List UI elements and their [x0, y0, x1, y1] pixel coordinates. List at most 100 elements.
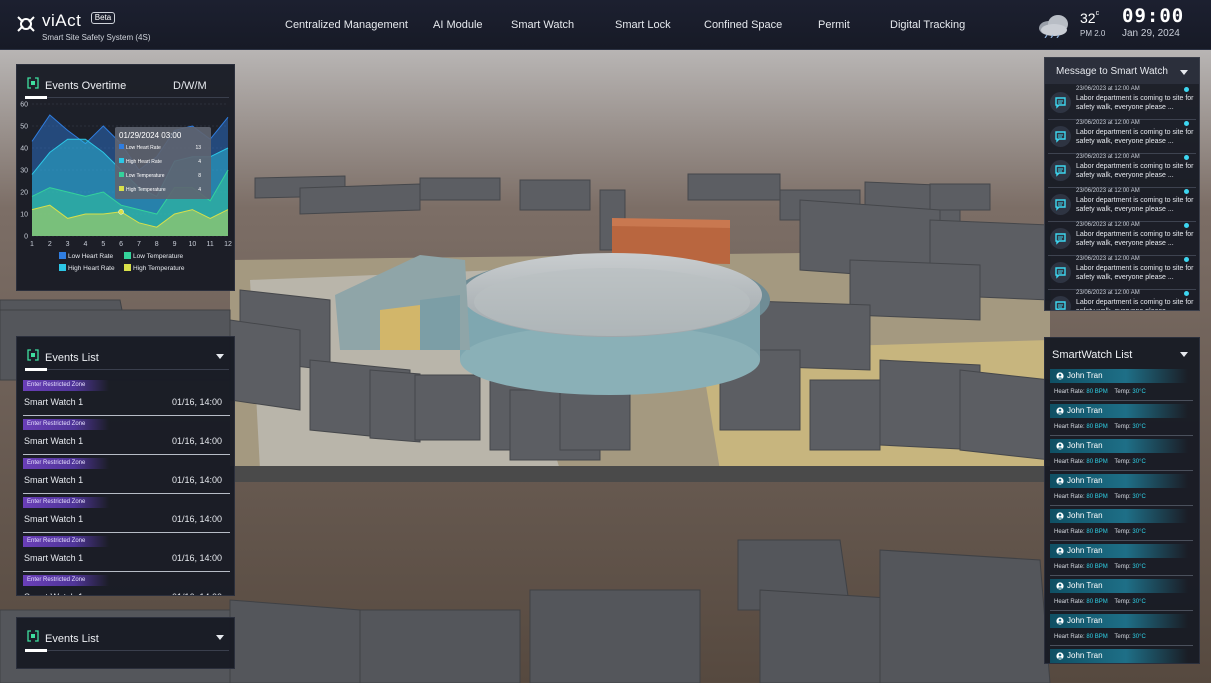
- smartwatch-row[interactable]: John TranHeart Rate: 80 BPM Temp: 30°C: [1050, 646, 1193, 663]
- user-avatar-icon: [1056, 582, 1064, 590]
- chat-icon: [1050, 194, 1071, 215]
- temperature-value: 32: [1080, 10, 1096, 26]
- events-list-header[interactable]: Events List: [17, 337, 234, 371]
- event-source: Smart Watch 1: [24, 436, 84, 446]
- temp-label: Temp:: [1114, 494, 1131, 500]
- event-row[interactable]: Enter Restricted Zone Smart Watch 1 01/16,…: [23, 494, 230, 533]
- highlight-point[interactable]: [118, 209, 124, 215]
- brand[interactable]: viAct Beta Smart Site Safety System (4S): [16, 12, 150, 42]
- temp-label: Temp:: [1114, 459, 1131, 465]
- chevron-down-icon[interactable]: [216, 635, 224, 640]
- panel-bracket-icon: [27, 77, 39, 89]
- smartwatch-list-title: SmartWatch List: [1052, 349, 1133, 361]
- smartwatch-user-name: John Tran: [1067, 511, 1103, 520]
- legend-label[interactable]: High Heart Rate: [68, 265, 115, 272]
- smartwatch-row[interactable]: John TranHeart Rate: 80 BPM Temp: 30°C: [1050, 401, 1193, 436]
- chevron-down-icon[interactable]: [216, 354, 224, 359]
- temp-value: 30°C: [1132, 389, 1146, 395]
- smartwatch-row[interactable]: John TranHeart Rate: 80 BPM Temp: 30°C: [1050, 506, 1193, 541]
- event-row[interactable]: Enter Restricted Zone Smart Watch 1 01/16,…: [23, 533, 230, 572]
- range-selector[interactable]: D/W/M: [173, 80, 207, 92]
- heart-rate-label: Heart Rate:: [1054, 599, 1085, 605]
- message-item[interactable]: 23/06/2023 at 12:00 AM Labor department i…: [1048, 154, 1196, 188]
- smartwatch-stats: Heart Rate: 80 BPM Temp: 30°C: [1054, 564, 1146, 570]
- message-item[interactable]: 23/06/2023 at 12:00 AM Labor department i…: [1048, 188, 1196, 222]
- smartwatch-row[interactable]: John TranHeart Rate: 80 BPM Temp: 30°C: [1050, 576, 1193, 611]
- smartwatch-user: John Tran: [1050, 509, 1188, 523]
- message-date: 23/06/2023 at 12:00 AM: [1076, 222, 1140, 228]
- events-list-2-title: Events List: [45, 633, 99, 645]
- legend-label[interactable]: Low Heart Rate: [68, 253, 114, 260]
- user-avatar-icon: [1056, 617, 1064, 625]
- unread-dot-icon: [1184, 257, 1189, 262]
- event-row[interactable]: Enter Restricted Zone Smart Watch 1 01/16,…: [23, 455, 230, 494]
- smartwatch-row[interactable]: John Tran Heart Rate: 80 BPM Temp: 30°C: [1050, 541, 1193, 576]
- nav-digital-tracking[interactable]: Digital Tracking: [890, 19, 965, 31]
- event-row[interactable]: Enter Restricted Zone Smart Watch 1 01/16,…: [23, 572, 230, 595]
- temperature-readout: 32c: [1080, 10, 1099, 26]
- heart-rate-value: 80 BPM: [1086, 634, 1108, 640]
- message-item[interactable]: 23/06/2023 at 12:00 AM Labor department i…: [1048, 120, 1196, 154]
- smartwatch-user-name: John Tran: [1067, 546, 1103, 555]
- y-tick-label: 10: [20, 212, 28, 219]
- temperature-unit: c: [1095, 10, 1100, 17]
- smartwatch-row[interactable]: John TranHeart Rate: 80 BPM Temp: 30°C: [1050, 436, 1193, 471]
- temp-value: 30°C: [1132, 494, 1146, 500]
- message-item[interactable]: 23/06/2023 at 12:00 AM Labor department i…: [1048, 86, 1196, 120]
- message-date: 23/06/2023 at 12:00 AM: [1076, 154, 1140, 160]
- chat-icon: [1050, 296, 1071, 310]
- smartwatch-row[interactable]: John TranHeart Rate: 80 BPM Temp: 30°C: [1050, 611, 1193, 646]
- legend-swatch: [124, 252, 131, 259]
- event-source: Smart Watch 1: [24, 592, 83, 595]
- x-tick-label: 9: [173, 241, 177, 248]
- message-item[interactable]: 23/06/2023 at 12:00 AM Labor department i…: [1048, 290, 1196, 310]
- event-tag: Enter Restricted Zone: [23, 380, 109, 391]
- tooltip-row-label: Low Heart Rate: [126, 145, 161, 151]
- heart-rate-label: Heart Rate:: [1054, 529, 1085, 535]
- legend-label[interactable]: High Temperature: [133, 265, 185, 272]
- nav-smart-lock[interactable]: Smart Lock: [615, 19, 671, 31]
- tooltip-row-value: 4: [198, 187, 201, 193]
- tooltip-row-label: High Heart Rate: [126, 159, 162, 165]
- unread-dot-icon: [1184, 87, 1189, 92]
- tooltip-title: 01/29/2024 03:00: [119, 131, 182, 140]
- heart-rate-value: 80 BPM: [1086, 389, 1108, 395]
- tooltip-row-label: Low Temperature: [126, 173, 165, 179]
- user-avatar-icon: [1056, 442, 1064, 450]
- smartwatch-user-name: John Tran: [1067, 476, 1103, 485]
- area-chart[interactable]: 01020304050601 2 3 4 5 6 7 8 9 10 11 1201/29/2024 0…: [17, 99, 235, 291]
- top-bar: viAct Beta Smart Site Safety System (4S)…: [0, 0, 1211, 50]
- nav-centralized-management[interactable]: Centralized Management: [285, 19, 408, 31]
- nav-confined-space[interactable]: Confined Space: [704, 19, 782, 31]
- nav-ai-module[interactable]: AI Module: [433, 19, 483, 31]
- beta-badge: Beta: [90, 12, 116, 24]
- events-list-2-header[interactable]: Events List: [17, 618, 234, 652]
- legend-label[interactable]: Low Temperature: [133, 253, 183, 260]
- smartwatch-row[interactable]: John TranHeart Rate: 80 BPM Temp: 30°C: [1050, 366, 1193, 401]
- event-row[interactable]: Enter Restricted Zone Smart Watch 1 01/16,…: [23, 416, 230, 455]
- legend-swatch: [124, 264, 131, 271]
- message-item[interactable]: 23/06/2023 at 12:00 AM Labor department i…: [1048, 222, 1196, 256]
- message-item[interactable]: 23/06/2023 at 12:00 AM Labor department i…: [1048, 256, 1196, 290]
- x-tick-label: 7: [137, 241, 141, 248]
- x-tick-label: 10: [188, 241, 196, 248]
- chevron-down-icon[interactable]: [1180, 70, 1188, 75]
- message-date: 23/06/2023 at 12:00 AM: [1076, 86, 1140, 92]
- smartwatch-user: John Tran: [1050, 579, 1188, 593]
- nav-smart-watch[interactable]: Smart Watch: [511, 19, 574, 31]
- event-row[interactable]: Enter Restricted Zone Smart Watch 1 01/16,…: [23, 377, 230, 416]
- smartwatch-user-name: John Tran: [1067, 616, 1103, 625]
- smartwatch-user-name: John Tran: [1067, 441, 1103, 450]
- nav-permit[interactable]: Permit: [818, 19, 850, 31]
- chevron-down-icon[interactable]: [1180, 352, 1188, 357]
- unread-dot-icon: [1184, 189, 1189, 194]
- smartwatch-row[interactable]: John TranHeart Rate: 80 BPM Temp: 30°C: [1050, 471, 1193, 506]
- message-header[interactable]: Message to Smart Watch: [1045, 58, 1199, 84]
- message-body: Labor department is coming to site for s…: [1076, 197, 1194, 213]
- event-tag: Enter Restricted Zone: [23, 536, 109, 547]
- event-tag: Enter Restricted Zone: [23, 575, 109, 586]
- tooltip-row-value: 4: [198, 159, 201, 165]
- smartwatch-user: John Tran: [1050, 544, 1188, 558]
- message-date: 23/06/2023 at 12:00 AM: [1076, 290, 1140, 296]
- message-body: Labor department is coming to site for s…: [1076, 163, 1194, 179]
